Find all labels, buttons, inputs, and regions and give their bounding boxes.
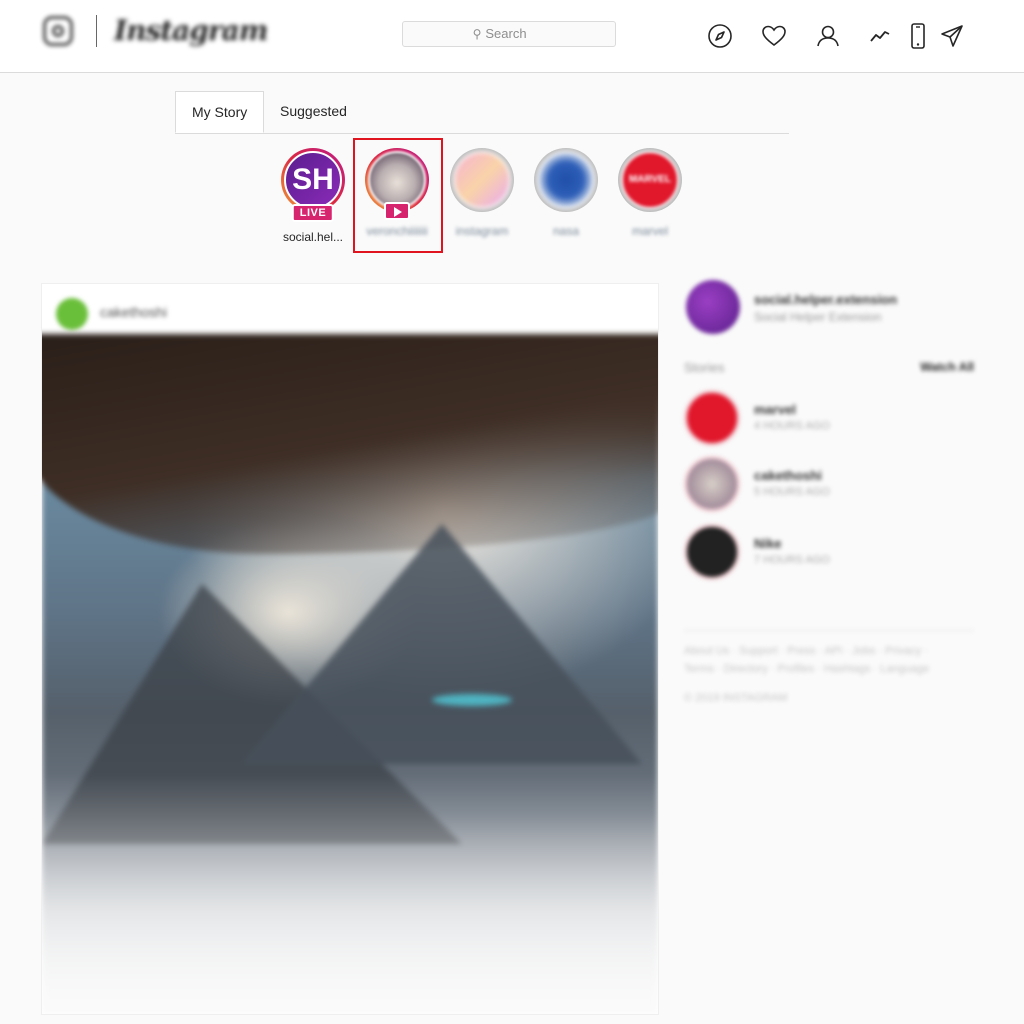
profile-name[interactable]: social.helper.extension [754, 292, 897, 307]
mobile-icon[interactable] [904, 22, 932, 50]
image-fade [42, 774, 658, 1014]
post-image[interactable] [42, 334, 658, 1014]
avatar[interactable] [684, 524, 740, 580]
logo-divider [96, 15, 97, 47]
live-badge: LIVE [291, 204, 335, 222]
story-ring [534, 148, 598, 212]
sidebar-divider [684, 630, 974, 631]
story-ring [450, 148, 514, 212]
avatar: MARVEL [621, 151, 679, 209]
see-all-link[interactable]: Watch All [920, 360, 974, 374]
search-box[interactable]: ⚲ [402, 21, 616, 47]
story-tabs: My Story Suggested [175, 91, 789, 134]
instagram-wordmark[interactable]: Instagram [114, 14, 268, 47]
sidebar-story-item[interactable]: marvel 4 HOURS AGO [684, 390, 974, 450]
avatar[interactable] [684, 390, 740, 446]
story-time: 7 HOURS AGO [754, 554, 830, 566]
story-user-name: cakethoshi [754, 468, 822, 483]
profile-subtitle: Social Helper Extension [754, 310, 882, 324]
feed-post: cakethoshi [41, 283, 659, 1015]
avatar[interactable] [56, 298, 88, 330]
stories-heading-row: Stories Watch All [684, 360, 974, 375]
top-bar: Instagram ⚲ [0, 0, 1024, 73]
trending-icon[interactable] [866, 22, 894, 50]
story-ring: MARVEL [618, 148, 682, 212]
story-item[interactable]: nasa [526, 148, 606, 238]
tab-my-story[interactable]: My Story [175, 91, 265, 133]
tab-suggested[interactable]: Suggested [264, 91, 363, 132]
image-mountain [242, 524, 642, 764]
post-username[interactable]: cakethoshi [100, 304, 167, 320]
story-time: 4 HOURS AGO [754, 420, 830, 432]
image-lake [432, 694, 512, 706]
sidebar-story-item[interactable]: Nike 7 HOURS AGO [684, 524, 974, 584]
send-icon[interactable] [938, 22, 966, 50]
story-caption: marvel [631, 224, 668, 238]
user-icon[interactable] [814, 22, 842, 50]
avatar [537, 151, 595, 209]
story-caption: social.hel... [282, 230, 344, 244]
story-caption: instagram [455, 224, 509, 238]
image-rock-overhang [42, 334, 658, 554]
story-time: 5 HOURS AGO [754, 486, 830, 498]
story-item[interactable]: SH LIVE social.hel... [273, 148, 353, 244]
instagram-camera-icon[interactable] [43, 16, 73, 46]
stories-heading: Stories [684, 360, 725, 375]
search-input[interactable] [485, 26, 546, 41]
avatar-initials: MARVEL [628, 174, 672, 185]
story-user-name: marvel [754, 402, 796, 417]
search-icon: ⚲ [472, 27, 482, 41]
story-item[interactable]: instagram [442, 148, 522, 238]
avatar: SH [284, 151, 342, 209]
compass-icon[interactable] [706, 22, 734, 50]
avatar [453, 151, 511, 209]
story-item[interactable]: MARVEL marvel [610, 148, 690, 238]
copyright: © 2019 INSTAGRAM [684, 692, 788, 704]
heart-icon[interactable] [760, 22, 788, 50]
selection-highlight [353, 138, 443, 253]
avatar-initials: SH [292, 163, 334, 196]
avatar[interactable] [686, 280, 740, 334]
avatar[interactable] [684, 456, 740, 512]
story-caption: nasa [552, 224, 580, 238]
story-user-name: Nike [754, 536, 782, 551]
footer-links[interactable]: About Us · Support · Press · API · Jobs … [684, 642, 954, 678]
story-ring: SH LIVE [281, 148, 345, 222]
sidebar-story-item[interactable]: cakethoshi 5 HOURS AGO [684, 456, 974, 516]
